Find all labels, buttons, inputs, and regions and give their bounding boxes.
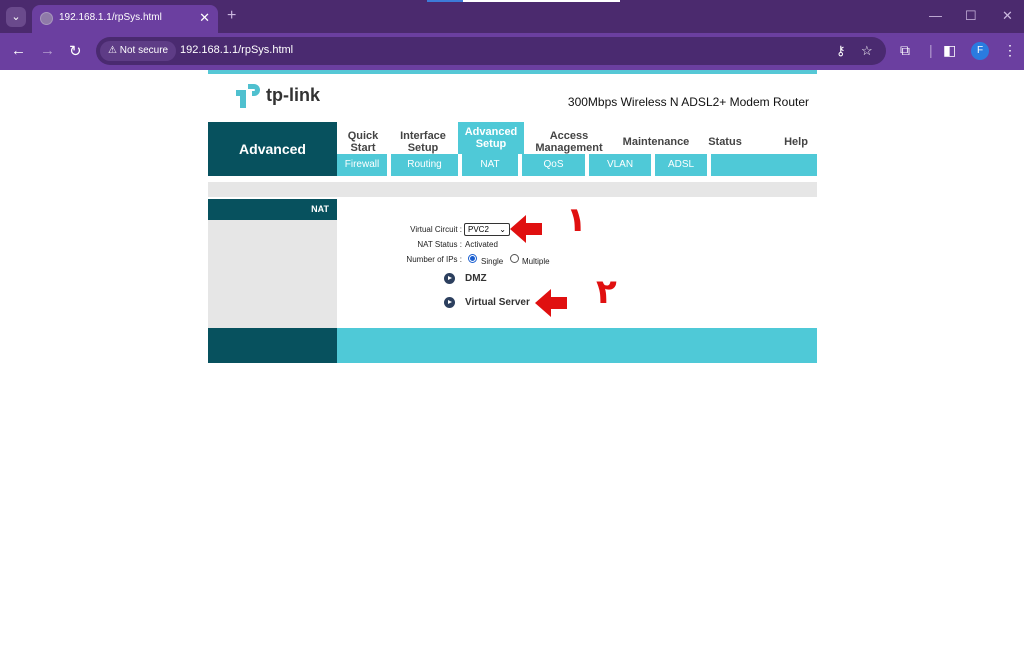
- toolbar-divider: |: [929, 42, 933, 58]
- red-arrow-icon: [535, 289, 567, 317]
- not-secure-chip[interactable]: ⚠ Not secure: [100, 41, 177, 61]
- footer-left: [208, 328, 337, 363]
- submenu-vlan[interactable]: VLAN: [589, 154, 655, 176]
- side-title: NAT: [208, 199, 337, 220]
- tp-link-logo: tp-link: [232, 80, 352, 112]
- bullet-arrow-icon: [444, 273, 455, 284]
- red-arrow-icon: [510, 215, 542, 243]
- chevron-down-icon: ⌄: [499, 225, 506, 234]
- window-edge-highlight-light: [463, 0, 620, 2]
- submenu-routing[interactable]: Routing: [391, 154, 462, 176]
- plus-icon[interactable]: +: [227, 7, 236, 25]
- submenu-bar: Firewall Routing NAT QoS VLAN ADSL: [337, 154, 817, 176]
- dmz-link[interactable]: DMZ: [465, 273, 487, 284]
- submenu-qos[interactable]: QoS: [522, 154, 589, 176]
- submenu-adsl[interactable]: ADSL: [655, 154, 711, 176]
- close-window-icon[interactable]: ✕: [1002, 8, 1013, 24]
- tp-link-logo-icon: [236, 84, 260, 108]
- tab-title: 192.168.1.1/rpSys.html: [59, 12, 162, 23]
- browser-tab[interactable]: 192.168.1.1/rpSys.html ✕: [32, 5, 218, 33]
- header-accent-line: [208, 70, 817, 74]
- browser-toolbar: ← → ↻ ⚠ Not secure 192.168.1.1/rpSys.htm…: [0, 33, 1024, 70]
- brand-name: tp-link: [266, 85, 320, 105]
- menu-advanced-setup[interactable]: Advanced Setup: [458, 122, 524, 154]
- virtual-circuit-label: Virtual Circuit :: [410, 225, 462, 234]
- annotation-number-1: ١: [566, 200, 587, 240]
- reload-icon[interactable]: ↻: [69, 42, 82, 60]
- content-divider: [208, 182, 817, 197]
- more-vert-icon[interactable]: ⋮: [1003, 42, 1017, 59]
- key-icon[interactable]: ⚷: [836, 43, 846, 59]
- not-secure-label: Not secure: [119, 45, 169, 56]
- submenu-nat[interactable]: NAT: [462, 154, 522, 176]
- chevron-down-icon[interactable]: ⌄: [6, 7, 26, 27]
- url-text[interactable]: 192.168.1.1/rpSys.html: [180, 44, 293, 56]
- section-title: Advanced: [208, 122, 337, 176]
- annotation-number-2: ٢: [596, 272, 617, 312]
- globe-icon: [40, 12, 53, 25]
- warning-icon: ⚠: [108, 45, 117, 56]
- number-of-ips-label: Number of IPs :: [406, 255, 462, 264]
- maximize-icon[interactable]: ☐: [965, 8, 977, 24]
- minimize-icon[interactable]: —: [929, 8, 942, 23]
- virtual-server-link[interactable]: Virtual Server: [465, 297, 530, 308]
- side-panel-icon[interactable]: ◧: [943, 42, 956, 59]
- avatar[interactable]: F: [971, 42, 989, 60]
- virtual-circuit-select[interactable]: PVC2 ⌄: [464, 223, 510, 236]
- bullet-arrow-icon: [444, 297, 455, 308]
- window-edge-highlight: [427, 0, 463, 2]
- star-icon[interactable]: ☆: [861, 43, 873, 59]
- radio-single-label: Single: [481, 257, 504, 266]
- nat-status-value: Activated: [465, 240, 498, 249]
- browser-tab-bar: ⌄ 192.168.1.1/rpSys.html ✕ + — ☐ ✕: [0, 0, 1024, 33]
- submenu-firewall[interactable]: Firewall: [337, 154, 391, 176]
- radio-single[interactable]: [468, 254, 477, 263]
- radio-multiple-label: Multiple: [522, 257, 550, 266]
- close-icon[interactable]: ✕: [199, 10, 210, 26]
- nat-status-label: NAT Status :: [417, 240, 462, 249]
- footer-right: [337, 328, 817, 363]
- radio-multiple[interactable]: [510, 254, 519, 263]
- arrow-left-icon[interactable]: ←: [11, 42, 26, 59]
- virtual-circuit-value: PVC2: [468, 225, 489, 234]
- model-title: 300Mbps Wireless N ADSL2+ Modem Router: [567, 95, 809, 109]
- arrow-right-icon[interactable]: →: [40, 42, 55, 59]
- side-panel: [208, 220, 337, 328]
- address-bar[interactable]: ⚠ Not secure 192.168.1.1/rpSys.html ⚷ ☆: [96, 37, 886, 65]
- puzzle-icon[interactable]: ⧉: [900, 42, 910, 59]
